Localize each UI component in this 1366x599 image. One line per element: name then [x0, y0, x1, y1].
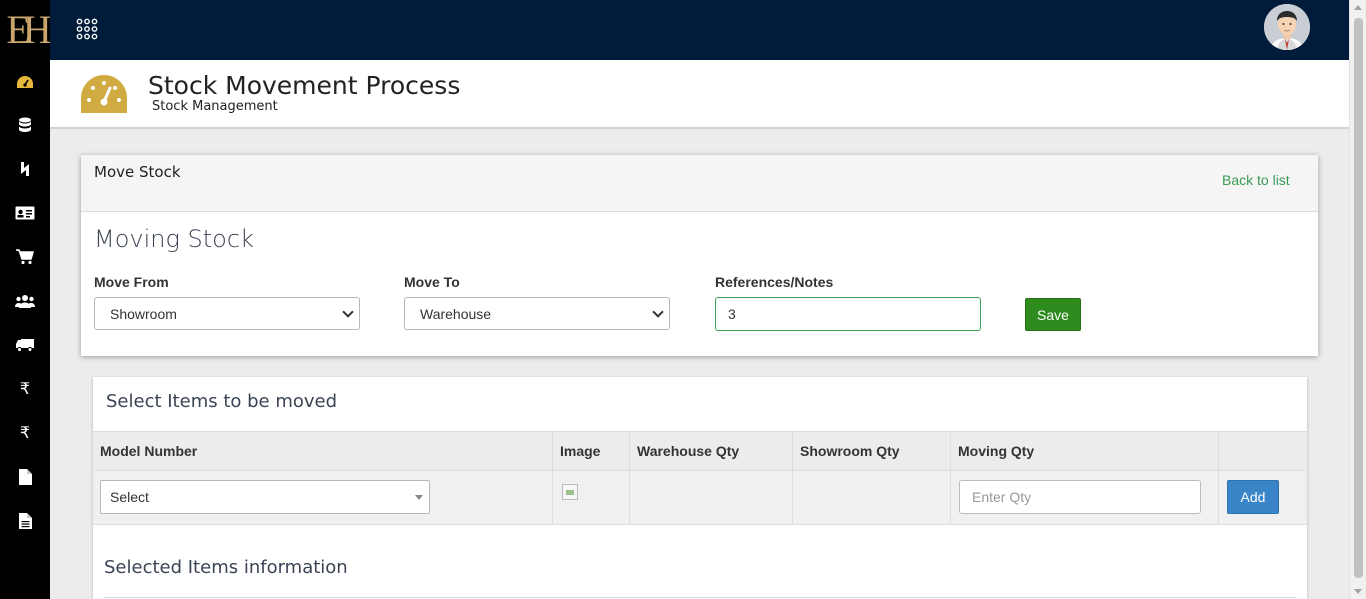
showroom-qty-cell: [793, 471, 951, 525]
move-to-select[interactable]: Warehouse: [404, 297, 670, 330]
user-avatar[interactable]: [1264, 4, 1310, 50]
id-card-icon[interactable]: [0, 201, 50, 225]
move-to-label: Move To: [404, 274, 460, 290]
action-cell: Add: [1219, 471, 1307, 525]
move-from-label: Move From: [94, 274, 169, 290]
scroll-down-arrow-icon[interactable]: [1354, 589, 1362, 594]
model-number-value: Select: [110, 489, 149, 505]
rupee-icon[interactable]: ₹: [0, 377, 50, 401]
page-header: Stock Movement Process Stock Management: [50, 60, 1349, 129]
file-text-icon[interactable]: [0, 509, 50, 533]
truck-icon[interactable]: [0, 333, 50, 357]
column-header-warehouse-qty: Warehouse Qty: [630, 432, 793, 472]
page-title: Stock Movement Process: [148, 71, 461, 100]
card-title: Move Stock: [94, 163, 181, 181]
back-to-list-link[interactable]: Back to list: [1222, 172, 1290, 188]
sidebar: EH ₹ ₹: [0, 0, 52, 599]
select-items-title: Select Items to be moved: [106, 391, 338, 412]
model-number-select[interactable]: Select: [100, 480, 430, 514]
caret-down-icon: [415, 495, 423, 500]
users-icon[interactable]: [0, 289, 50, 313]
column-header-model-number: Model Number: [93, 432, 553, 472]
table-header: Model Number Image Warehouse Qty Showroo…: [93, 431, 1307, 472]
dashboard-gauge-icon: [80, 74, 128, 114]
logo-text: EH: [6, 7, 51, 52]
scrollbar-thumb[interactable]: [1354, 18, 1363, 578]
column-header-moving-qty: Moving Qty: [951, 432, 1219, 472]
references-notes-input[interactable]: 3: [715, 297, 981, 331]
broken-image-icon: [562, 484, 578, 500]
move-stock-card: Move Stock Back to list Moving Stock Mov…: [81, 155, 1318, 356]
moving-qty-input[interactable]: Enter Qty: [959, 480, 1201, 514]
model-number-cell: Select: [93, 471, 553, 525]
references-notes-value: 3: [728, 306, 736, 322]
chevron-down-icon: [342, 306, 354, 318]
add-item-button[interactable]: Add: [1227, 480, 1279, 514]
exchange-icon[interactable]: [0, 157, 50, 181]
page-scrollbar[interactable]: [1349, 0, 1366, 599]
table-row: Select Enter Qty Add: [93, 471, 1307, 525]
warehouse-qty-cell: [630, 471, 793, 525]
column-header-action: [1219, 432, 1307, 472]
moving-qty-cell: Enter Qty: [951, 471, 1219, 525]
file-icon[interactable]: [0, 465, 50, 489]
dashboard-icon[interactable]: [0, 70, 50, 94]
top-bar: [50, 0, 1349, 60]
scroll-up-arrow-icon[interactable]: [1354, 5, 1362, 10]
rupee-icon[interactable]: ₹: [0, 421, 50, 445]
brand-logo[interactable]: EH: [0, 0, 51, 60]
move-from-value: Showroom: [110, 306, 177, 322]
cart-icon[interactable]: [0, 245, 50, 269]
column-header-image: Image: [553, 432, 630, 472]
apps-grid-icon[interactable]: [76, 18, 98, 40]
save-button[interactable]: Save: [1025, 298, 1081, 331]
image-cell: [553, 471, 630, 525]
chevron-down-icon: [652, 306, 664, 318]
page-subtitle: Stock Management: [152, 99, 278, 114]
database-icon[interactable]: [0, 113, 50, 137]
select-items-panel: Select Items to be moved Model Number Im…: [93, 377, 1307, 599]
moving-stock-heading: Moving Stock: [94, 225, 254, 253]
column-header-showroom-qty: Showroom Qty: [793, 432, 951, 472]
selected-items-title: Selected Items information: [104, 557, 348, 578]
move-from-select[interactable]: Showroom: [94, 297, 360, 330]
move-to-value: Warehouse: [420, 306, 492, 322]
card-header: Move Stock Back to list: [81, 155, 1318, 212]
references-notes-label: References/Notes: [715, 274, 834, 290]
divider: [104, 597, 1296, 598]
